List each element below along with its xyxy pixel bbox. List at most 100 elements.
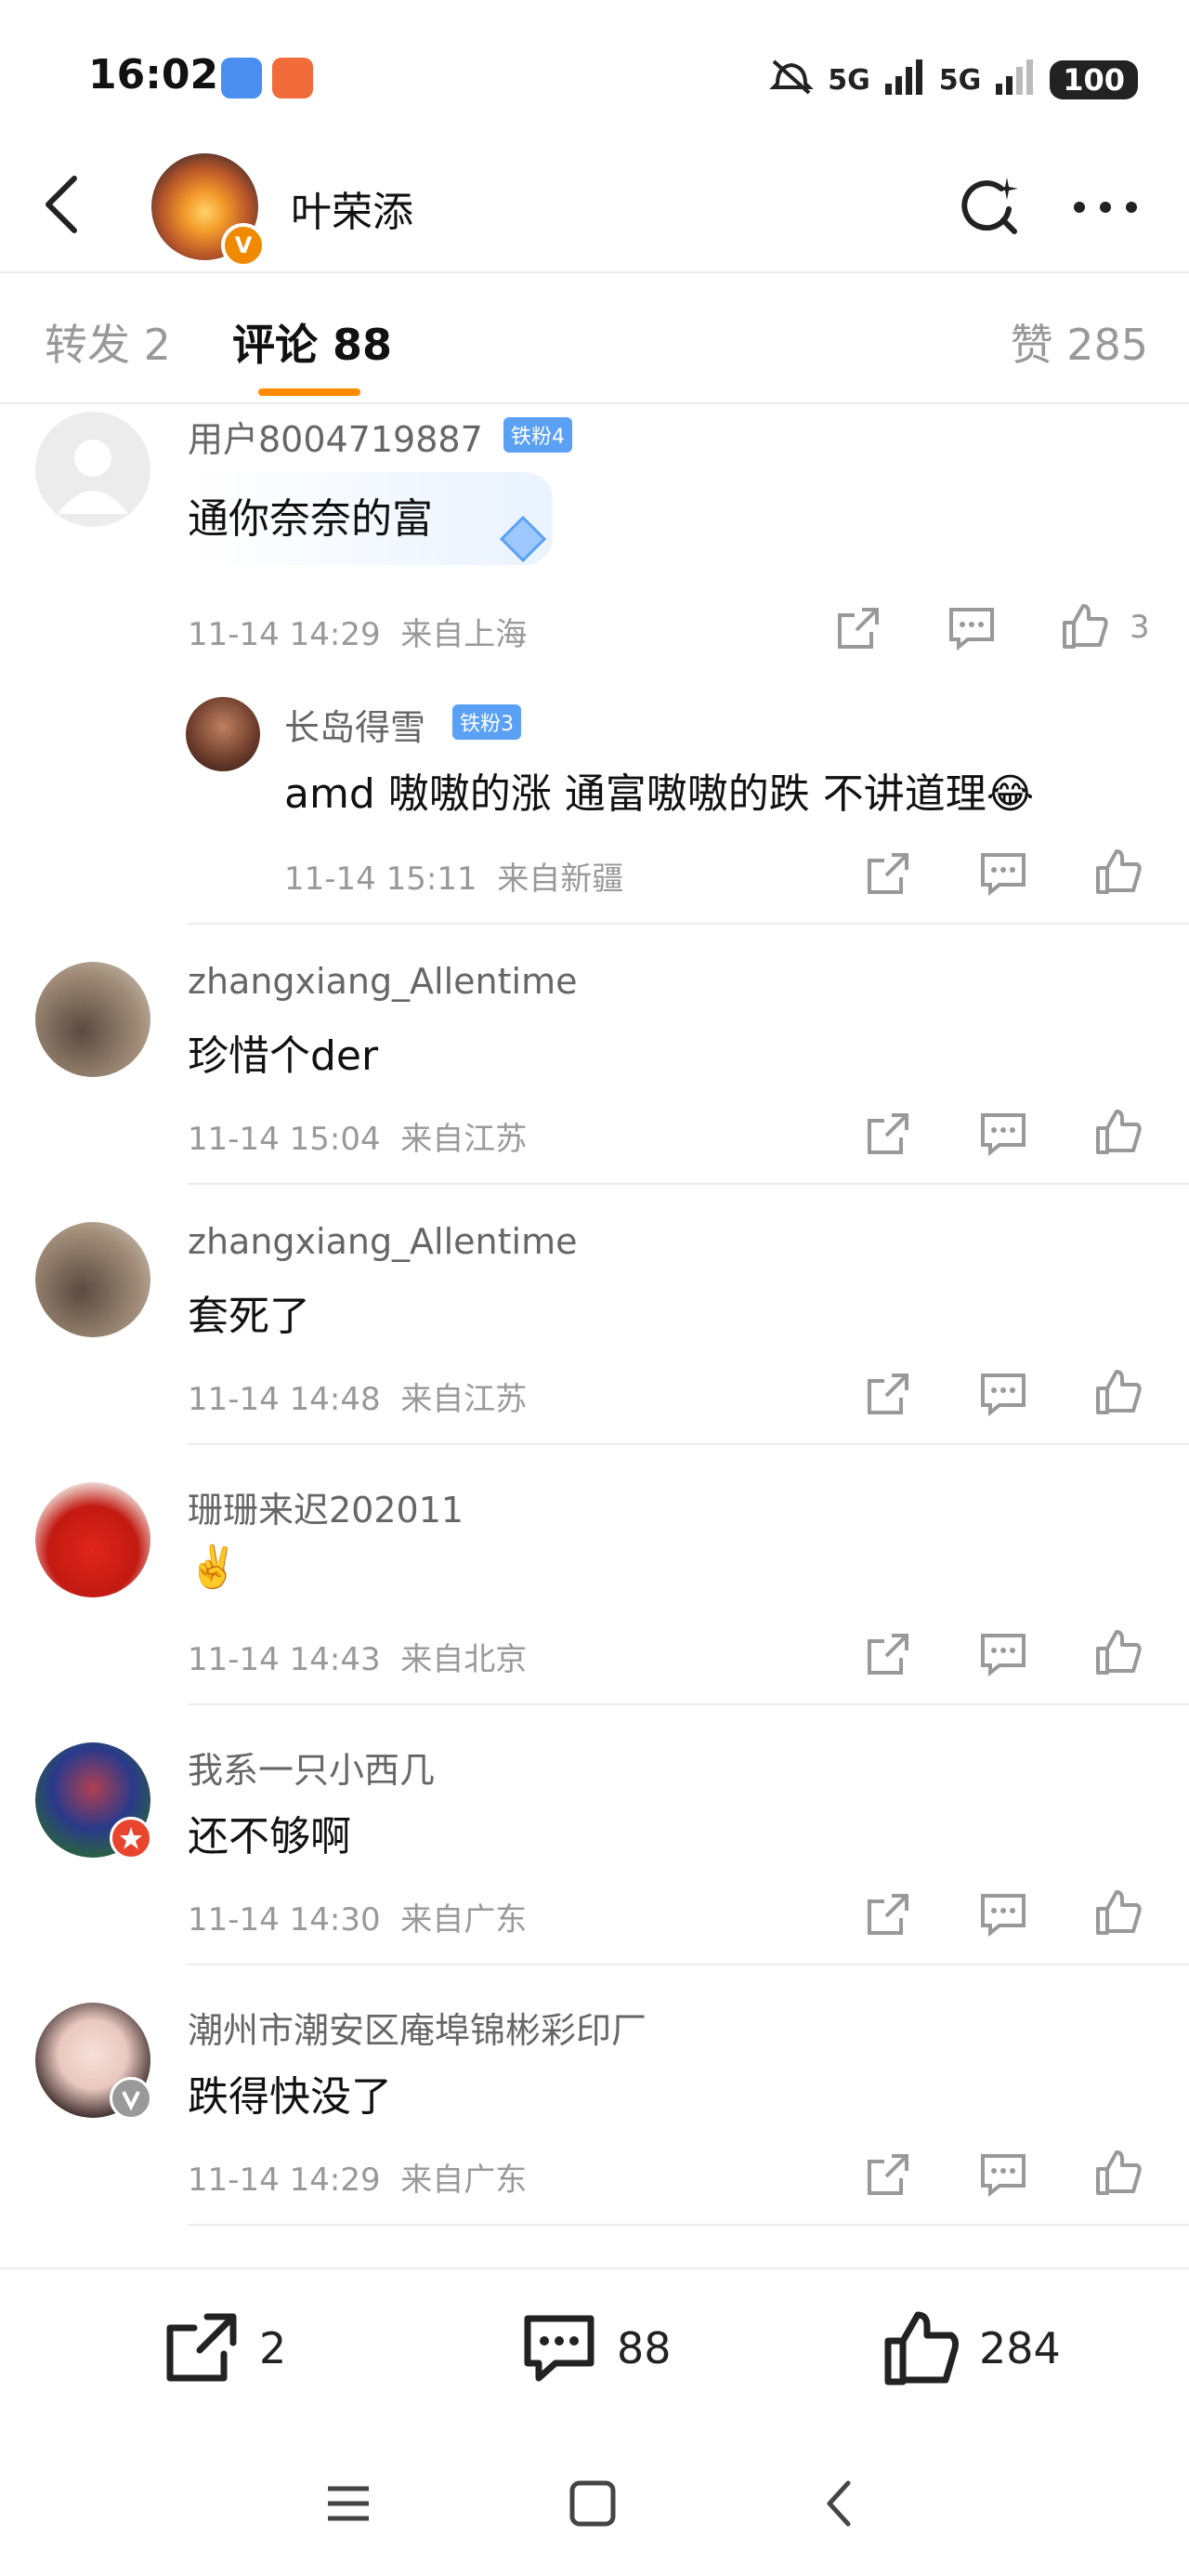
comment-time: 11-14 14:30 xyxy=(188,1901,381,1939)
star-badge-icon xyxy=(110,1817,152,1860)
comment-location: 来自广东 xyxy=(400,2162,528,2199)
comment-meta: 11-14 14:48 来自江苏 xyxy=(188,1373,527,1419)
reply-button[interactable] xyxy=(979,1890,1027,1939)
reply-author[interactable]: 长岛得雪 xyxy=(284,699,425,750)
refresh-button[interactable] xyxy=(955,172,1022,239)
reply-button[interactable] xyxy=(979,1630,1027,1678)
like-button[interactable] xyxy=(1094,1628,1143,1676)
menu-nav-button[interactable] xyxy=(320,2476,376,2531)
share-button[interactable] xyxy=(864,2150,912,2199)
comment-author[interactable]: 用户8004719887 xyxy=(188,411,483,462)
comment-divider xyxy=(188,1703,1189,1705)
comment-button[interactable]: 88 xyxy=(520,2309,672,2387)
app-notification-icon xyxy=(272,58,313,99)
comment-text: 还不够啊 xyxy=(188,1813,351,1860)
back-button[interactable] xyxy=(37,167,93,242)
share-button[interactable] xyxy=(834,604,882,652)
active-tab-indicator xyxy=(258,388,360,396)
comment-text: 珍惜个der xyxy=(188,1032,379,1080)
comment-icon xyxy=(981,1634,1026,1677)
tab-likes[interactable]: 赞 285 xyxy=(1011,311,1148,373)
share-button[interactable] xyxy=(864,1110,912,1158)
comment-time: 11-14 14:48 xyxy=(188,1381,381,1418)
signal-icon xyxy=(883,58,926,102)
thumbs-up-icon xyxy=(1096,849,1142,894)
thumbs-up-icon xyxy=(1096,1370,1142,1414)
reply-button[interactable] xyxy=(979,2150,1027,2199)
more-horizontal-icon xyxy=(1074,202,1137,213)
avatar[interactable] xyxy=(35,1482,150,1597)
home-nav-button[interactable] xyxy=(565,2476,621,2531)
comment-location: 来自广东 xyxy=(400,1901,528,1939)
verified-badge-icon xyxy=(110,2077,152,2120)
reply-button[interactable] xyxy=(979,1370,1027,1418)
share-button[interactable] xyxy=(864,1630,912,1678)
comment-text: 套死了 xyxy=(188,1293,310,1340)
status-time: 16:02 xyxy=(88,51,219,99)
reply-text: amd 嗷嗷的涨 通富嗷嗷的跌 不讲道理😂 xyxy=(284,770,1035,818)
tabs-divider xyxy=(0,402,1189,404)
comment-location: 来自江苏 xyxy=(400,1121,528,1158)
repost-icon xyxy=(166,2313,237,2382)
menu-icon xyxy=(328,2486,369,2521)
repost-button[interactable]: 2 xyxy=(163,2309,286,2387)
more-options-button[interactable] xyxy=(1068,191,1143,224)
bottom-bar-divider xyxy=(0,2267,1189,2269)
share-icon xyxy=(868,1894,908,1935)
share-icon xyxy=(868,1113,908,1154)
like-button[interactable] xyxy=(1061,602,1109,651)
home-square-icon xyxy=(569,2480,616,2527)
like-button[interactable] xyxy=(1094,1108,1143,1156)
comment-divider xyxy=(188,2224,1189,2226)
like-button[interactable] xyxy=(1094,848,1143,896)
comment-icon xyxy=(981,2154,1026,2198)
share-icon xyxy=(868,1634,908,1675)
tab-comments[interactable]: 评论 88 xyxy=(232,311,392,373)
comment-divider xyxy=(188,1183,1189,1185)
like-post-button[interactable]: 284 xyxy=(882,2309,1061,2387)
comment-meta: 11-14 14:29 来自广东 xyxy=(188,2154,527,2200)
comment-icon xyxy=(981,1894,1026,1938)
share-icon xyxy=(838,608,879,649)
thumbs-up-icon xyxy=(884,2311,959,2385)
avatar[interactable] xyxy=(35,412,150,527)
avatar[interactable] xyxy=(35,962,150,1077)
signal-icon-2 xyxy=(994,58,1037,102)
share-icon xyxy=(868,2154,908,2195)
status-indicators: 5G 5G 100 xyxy=(768,56,1138,104)
reply-button[interactable] xyxy=(947,604,996,652)
comment-meta: 11-14 14:29 来自上海 xyxy=(188,609,527,654)
comment-author[interactable]: 珊珊来迟202011 xyxy=(188,1481,464,1532)
avatar[interactable] xyxy=(35,1222,150,1337)
comment-author[interactable]: 我系一只小西几 xyxy=(188,1741,435,1793)
comment-icon xyxy=(981,1373,1026,1417)
share-button[interactable] xyxy=(864,1890,912,1939)
back-nav-button[interactable] xyxy=(813,2476,869,2531)
share-icon xyxy=(868,1373,908,1414)
comment-author[interactable]: 潮州市潮安区庵埠锦彬彩印厂 xyxy=(188,2002,647,2053)
reply-button[interactable] xyxy=(979,1110,1027,1158)
comment-text: ✌️ xyxy=(188,1544,239,1591)
signal-5g-label-2: 5G xyxy=(938,63,982,97)
share-button[interactable] xyxy=(864,1370,912,1418)
comment-time: 11-14 14:29 xyxy=(188,2162,381,2199)
reply-location: 来自新疆 xyxy=(497,861,624,898)
battery-indicator: 100 xyxy=(1050,60,1138,99)
page-title[interactable]: 叶荣添 xyxy=(291,178,413,238)
comment-location: 来自北京 xyxy=(400,1641,528,1678)
reply-avatar[interactable] xyxy=(186,697,260,771)
tab-reposts[interactable]: 转发 2 xyxy=(45,311,171,373)
comment-author[interactable]: zhangxiang_Allentime xyxy=(188,961,577,1002)
thumbs-up-icon xyxy=(1096,1630,1142,1675)
like-button[interactable] xyxy=(1094,1888,1143,1937)
like-button[interactable] xyxy=(1094,2149,1143,2197)
comment-text: 跌得快没了 xyxy=(188,2073,392,2121)
comment-count: 88 xyxy=(617,2323,672,2373)
comment-divider xyxy=(188,1443,1189,1445)
comment-author[interactable]: zhangxiang_Allentime xyxy=(188,1221,577,1262)
reply-button[interactable] xyxy=(979,849,1027,898)
app-notification-icon xyxy=(221,58,262,99)
share-button[interactable] xyxy=(864,849,912,898)
signal-5g-label: 5G xyxy=(828,63,870,97)
like-button[interactable] xyxy=(1094,1368,1143,1416)
